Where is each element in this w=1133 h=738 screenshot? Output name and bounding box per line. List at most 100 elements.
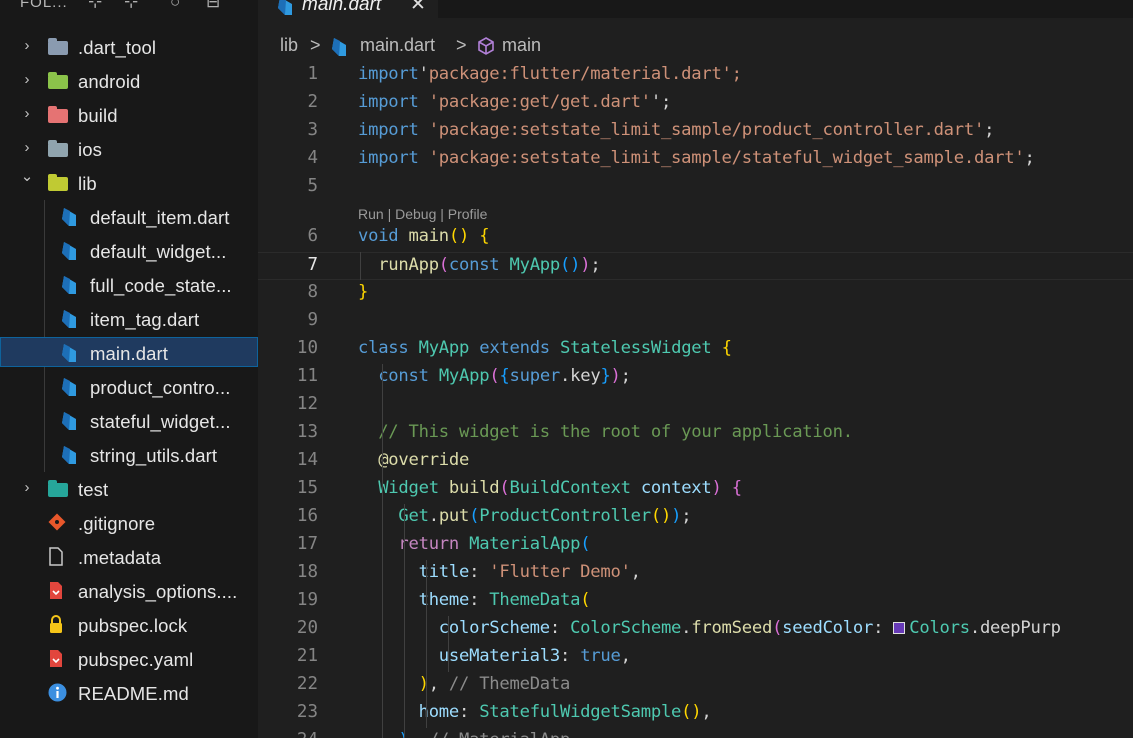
tree-item[interactable]: › android [0,65,258,95]
code-line[interactable]: 15 Widget build(BuildContext context) { [258,476,1133,504]
tree-item-label: product_contro... [90,377,231,398]
close-icon[interactable]: ✕ [410,0,426,16]
code-line[interactable]: 24 ), // MaterialApp [258,728,1133,738]
code-token: home [418,702,460,722]
tree-item[interactable]: full_code_state... [0,269,258,299]
code-line[interactable]: 19 theme: ThemeData( [258,588,1133,616]
code-token: class [358,338,409,358]
tree-item-label: item_tag.dart [90,309,200,330]
code-line[interactable]: 22 ), // ThemeData [258,672,1133,700]
chevron-down-icon[interactable]: ⌄ [20,167,34,185]
dart-file-icon [330,37,348,62]
refresh-icon[interactable]: ○ [170,0,180,12]
code-line[interactable]: 10 class MyApp extends StatelessWidget { [258,336,1133,364]
code-line[interactable]: 1 import'package:flutter/material.dart'; [258,62,1133,90]
breadcrumb-symbol[interactable]: main [502,35,541,56]
chevron-right-icon[interactable]: › [20,105,34,122]
code-line[interactable]: 16 Get.put(ProductController()); [258,504,1133,532]
dart-file-icon [60,377,80,396]
indent-guide [448,616,449,672]
code-line[interactable]: 23 home: StatefulWidgetSample(), [258,700,1133,728]
tree-item[interactable]: .metadata [0,541,258,571]
chevron-right-icon[interactable]: › [20,139,34,156]
tree-item[interactable]: string_utils.dart [0,439,258,469]
tree-item[interactable]: item_tag.dart [0,303,258,333]
tree-item-label: .metadata [78,547,162,568]
tree-item[interactable]: pubspec.lock [0,609,258,639]
code-token: main [408,226,450,246]
chevron-right-icon: > [456,35,467,55]
breadcrumb-file[interactable]: main.dart [360,35,435,56]
tab-bar: main.dart ✕ [258,0,1133,18]
code-line[interactable]: 4 import 'package:setstate_limit_sample/s… [258,146,1133,174]
code-line[interactable]: 12 [258,392,1133,420]
line-number: 6 [307,226,318,246]
code-token: ( [772,618,783,638]
chevron-right-icon[interactable]: › [20,479,34,496]
tree-item[interactable]: default_item.dart [0,201,258,231]
code-line[interactable]: 5 [258,174,1133,202]
tree-item-label: main.dart [90,343,169,364]
code-line[interactable]: 14 @override [258,448,1133,476]
chevron-right-icon[interactable]: › [20,37,34,54]
tree-item[interactable]: › build [0,99,258,129]
code-token: , [620,646,631,666]
code-token: : [549,618,571,638]
tree-item[interactable]: analysis_options.... [0,575,258,605]
tree-item[interactable]: pubspec.yaml [0,643,258,673]
dart-file-icon [60,445,80,464]
code-token: : [559,646,581,666]
dart-file-icon [60,309,80,328]
line-number: 22 [296,674,318,694]
collapse-all-icon[interactable]: ⊟ [206,0,220,12]
codelens-run-debug-profile[interactable]: Run | Debug | Profile [358,206,487,222]
tab-main-dart[interactable]: main.dart ✕ [258,0,438,18]
code-token: , [630,562,641,582]
code-line[interactable]: 2 import 'package:get/get.dart''; [258,90,1133,118]
tree-item-label: stateful_widget... [90,411,231,432]
code-token: MyApp [438,366,490,386]
code-line[interactable]: 13 // This widget is the root of your ap… [258,420,1133,448]
breadcrumb-folder[interactable]: lib [280,35,298,56]
tree-item[interactable]: default_widget... [0,235,258,265]
new-folder-icon[interactable]: ⊹ [124,0,138,12]
tree-item[interactable]: › test [0,473,258,503]
code-token: import [358,64,419,84]
new-file-icon[interactable]: ⊹ [88,0,102,12]
code-line[interactable]: 18 title: 'Flutter Demo', [258,560,1133,588]
code-line[interactable]: 7 runApp(const MyApp()); [258,252,1133,280]
chevron-right-icon[interactable]: › [20,71,34,88]
line-number: 11 [296,366,318,386]
tree-item[interactable]: › ios [0,133,258,163]
tree-item[interactable]: ⌄ lib [0,167,258,197]
code-token: : [873,618,894,638]
yaml-file-icon [48,581,68,599]
tree-item[interactable]: .gitignore [0,507,258,537]
tree-item[interactable]: stateful_widget... [0,405,258,435]
code-line[interactable]: 9 [258,308,1133,336]
code-line[interactable]: 17 return MaterialApp( [258,532,1133,560]
color-swatch[interactable] [893,622,906,634]
code-text: home: StatefulWidgetSample(), [358,702,712,722]
code-line[interactable]: 11 const MyApp({super.key}); [258,364,1133,392]
code-token: ; [984,120,995,140]
code-line[interactable]: 6 void main() { [258,224,1133,252]
tree-item[interactable]: README.md [0,677,258,707]
code-line[interactable]: 21 useMaterial3: true, [258,644,1133,672]
tree-item[interactable]: › .dart_tool [0,31,258,61]
tree-item[interactable]: product_contro... [0,371,258,401]
code-token: 'package:get/get.dart' [418,92,651,112]
code-text: useMaterial3: true, [358,646,631,666]
code-line[interactable]: 8} [258,280,1133,308]
code-line[interactable]: 3 import 'package:setstate_limit_sample/p… [258,118,1133,146]
code-line[interactable]: 20 colorScheme: ColorScheme.fromSeed(see… [258,616,1133,644]
tree-item[interactable]: main.dart [0,337,258,367]
line-number: 10 [296,338,318,358]
